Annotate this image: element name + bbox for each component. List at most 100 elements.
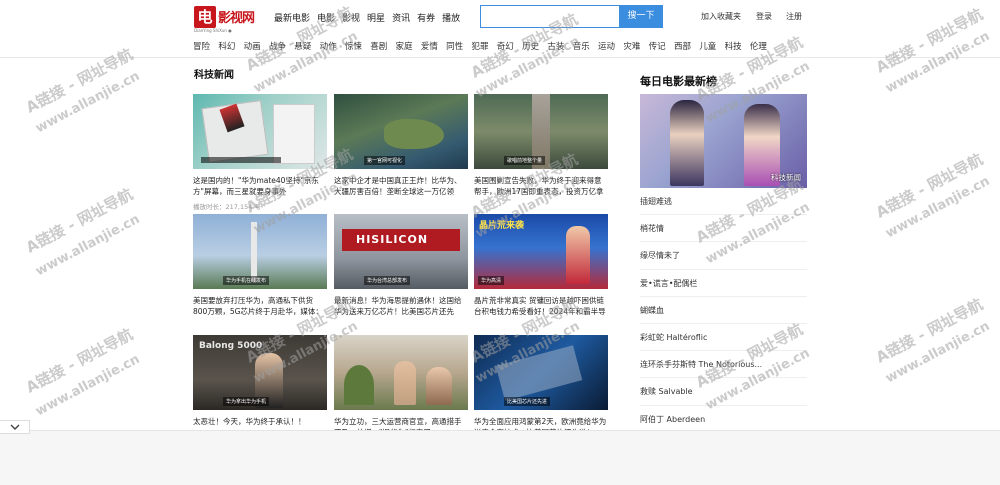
news-card[interactable]: 这是国内的！"华为mate40坚持"京东方"屏幕，而三星就要身事外 播放时长：2… bbox=[193, 94, 327, 211]
card-caption[interactable]: 最新消息！华为海思提前遇休！这国给华为送来万亿芯片！比美国芯片还先进！美国万万没… bbox=[334, 295, 468, 317]
ranking-item[interactable]: 缘尽情未了 bbox=[640, 242, 807, 270]
watermark-url: www.allanjie.cn bbox=[883, 173, 993, 242]
category-link[interactable]: 惊悚 bbox=[345, 40, 362, 52]
ranking-item[interactable]: 蝴蝶血 bbox=[640, 297, 807, 324]
bottom-panel bbox=[0, 430, 1000, 485]
thumbnail-label: 歌唱前地整个量 bbox=[504, 156, 546, 165]
card-caption[interactable]: 这家中企才是中国真正王炸！比华为、大疆厉害百倍！垄断全球这一万亿领域！美国拿它毫… bbox=[334, 175, 468, 197]
category-link[interactable]: 犯罪 bbox=[471, 40, 488, 52]
thumbnail-brand-text: HISILICON bbox=[356, 233, 429, 246]
watermark-text: A链接 - 网址导航 bbox=[22, 185, 136, 257]
news-card[interactable]: 华为手机在线发布 美国要放弃打压华为，高通私下供货800万颗，5G芯片终于月赴华… bbox=[193, 214, 327, 317]
logo-name: 影视网 bbox=[218, 11, 255, 26]
nav-link-tv[interactable]: 影视 bbox=[342, 11, 360, 24]
video-thumbnail[interactable] bbox=[334, 335, 468, 410]
news-card[interactable]: HISILICON 华为台湾总部发布 最新消息！华为海思提前遇休！这国给华为送来… bbox=[334, 214, 468, 317]
logo-subtitle: DianYing ShiXun ● bbox=[194, 28, 232, 33]
category-link[interactable]: 动画 bbox=[244, 40, 261, 52]
register-link[interactable]: 注册 bbox=[786, 11, 802, 22]
video-thumbnail[interactable]: 华为手机在线发布 bbox=[193, 214, 327, 289]
top-navigation: 最新电影 电影 影视 明星 资讯 有券 播放 bbox=[274, 11, 467, 24]
nav-link-latest[interactable]: 最新电影 bbox=[274, 11, 310, 24]
news-card[interactable]: 第一官网可视化 这家中企才是中国真正王炸！比华为、大疆厉害百倍！垄断全球这一万亿… bbox=[334, 94, 468, 197]
nav-link-movies[interactable]: 电影 bbox=[317, 11, 335, 24]
card-caption[interactable]: 美国要放弃打压华为，高通私下供货800万颗，5G芯片终于月赴华，媒体：白宫有麻手… bbox=[193, 295, 327, 317]
card-caption[interactable]: 美国围剿宣告失败，华为终于迎来得意帮手，欧洲17国即重表态，投资万亿拿下中国市场… bbox=[474, 175, 608, 197]
ranking-item[interactable]: 爱•谎言•配偶栏 bbox=[640, 270, 807, 297]
video-thumbnail[interactable]: 歌唱前地整个量 bbox=[474, 94, 608, 169]
category-link[interactable]: 古装 bbox=[547, 40, 564, 52]
watermark-text: A链接 - 网址导航 bbox=[872, 150, 986, 222]
search-button[interactable]: 搜一下 bbox=[619, 5, 663, 28]
ranking-item[interactable]: 救赎 Salvable bbox=[640, 378, 807, 406]
video-thumbnail[interactable] bbox=[193, 94, 327, 169]
card-caption[interactable]: 晶片荒非常真实 贸镛回访是越吓困供链 台积电钱力希受看好！2024年和霸半导体？… bbox=[474, 295, 608, 317]
category-link[interactable]: 科技 bbox=[725, 40, 742, 52]
news-card[interactable]: 比美国芯片还先进 华为全面应用鸿蒙第2天，欧洲竟给华为送来全套技术，比美国芯片还… bbox=[474, 335, 608, 438]
thumbnail-label: 华为台湾总部发布 bbox=[364, 276, 411, 285]
news-card[interactable]: Balong 5000 华为拿出华为手机 太恶壮！今天，华为终于承认！！ bbox=[193, 335, 327, 438]
category-link[interactable]: 传记 bbox=[649, 40, 666, 52]
thumbnail-label: 第一官网可视化 bbox=[364, 156, 406, 165]
thumbnail-label: 华为拿出华为手机 bbox=[223, 397, 270, 406]
category-link[interactable]: 科幻 bbox=[218, 40, 235, 52]
thumbnail-brand-text: Balong 5000 bbox=[199, 341, 263, 351]
news-card[interactable]: 华为立功，三大运营商官宣，高通措手不及，外媒："旧华为"归来了 bbox=[334, 335, 468, 438]
category-link[interactable]: 动作 bbox=[320, 40, 337, 52]
news-card[interactable]: 歌唱前地整个量 美国围剿宣告失败，华为终于迎来得意帮手，欧洲17国即重表态，投资… bbox=[474, 94, 608, 197]
nav-link-stars[interactable]: 明星 bbox=[367, 11, 385, 24]
add-favorite-link[interactable]: 加入收藏夹 bbox=[701, 11, 741, 22]
search-input[interactable] bbox=[480, 5, 620, 28]
site-logo[interactable]: 电 影视网 DianYing ShiXun ● bbox=[194, 6, 264, 33]
category-link[interactable]: 儿童 bbox=[699, 40, 716, 52]
nav-link-news[interactable]: 资讯 bbox=[392, 11, 410, 24]
watermark-url: www.allanjie.cn bbox=[33, 211, 143, 280]
category-link[interactable]: 战争 bbox=[269, 40, 286, 52]
thumbnail-label: 华为高清 bbox=[478, 276, 505, 285]
collapse-toggle[interactable] bbox=[0, 420, 30, 434]
sidebar-title: 每日电影最新榜 bbox=[640, 75, 717, 88]
login-link[interactable]: 登录 bbox=[756, 11, 772, 22]
thumbnail-subtitle bbox=[201, 157, 281, 163]
category-link[interactable]: 爱情 bbox=[421, 40, 438, 52]
site-header: 电 影视网 DianYing ShiXun ● 最新电影 电影 影视 明星 资讯… bbox=[0, 0, 1000, 58]
category-link[interactable]: 家庭 bbox=[396, 40, 413, 52]
video-thumbnail[interactable]: 比美国芯片还先进 bbox=[474, 335, 608, 410]
category-link[interactable]: 喜剧 bbox=[370, 40, 387, 52]
card-caption[interactable]: 这是国内的！"华为mate40坚持"京东方"屏幕，而三星就要身事外 bbox=[193, 175, 327, 197]
video-thumbnail[interactable]: Balong 5000 华为拿出华为手机 bbox=[193, 335, 327, 410]
category-link[interactable]: 运动 bbox=[598, 40, 615, 52]
watermark-text: A链接 - 网址导航 bbox=[872, 295, 986, 367]
category-link[interactable]: 历史 bbox=[522, 40, 539, 52]
ranking-item[interactable]: 梢花情 bbox=[640, 215, 807, 243]
category-link[interactable]: 伦理 bbox=[750, 40, 767, 52]
category-navigation: 冒险 科幻 动画 战争 悬疑 动作 惊悚 喜剧 家庭 爱情 同性 犯罪 奇幻 历史 古装 音乐 运动 灾难 传记 西部… bbox=[193, 40, 813, 52]
ranking-item[interactable]: 连环杀手芬斯特 The Notorious... bbox=[640, 351, 807, 379]
ranking-list: 插翅难逃 梢花情 缘尽情未了 爱•谎言•配偶栏 蝴蝶血 彩虹蛇 Haltéroflic 连环… bbox=[640, 188, 807, 433]
chevron-down-icon bbox=[10, 424, 19, 430]
watermark-url: www.allanjie.cn bbox=[883, 318, 993, 387]
video-thumbnail[interactable]: HISILICON 华为台湾总部发布 bbox=[334, 214, 468, 289]
category-link[interactable]: 灾难 bbox=[623, 40, 640, 52]
video-thumbnail[interactable]: 晶片荒来袭 华为高清 bbox=[474, 214, 608, 289]
ranking-item[interactable]: 彩虹蛇 Haltéroflic bbox=[640, 324, 807, 352]
category-link[interactable]: 西部 bbox=[674, 40, 691, 52]
category-link[interactable]: 音乐 bbox=[573, 40, 590, 52]
watermark-url: www.allanjie.cn bbox=[33, 351, 143, 420]
nav-link-coupons[interactable]: 有券 bbox=[417, 11, 435, 24]
category-link[interactable]: 悬疑 bbox=[294, 40, 311, 52]
poster-label: 科技新闻 bbox=[771, 173, 801, 182]
card-meta: 播放时长：217,154 号 bbox=[193, 203, 261, 211]
category-link[interactable]: 冒险 bbox=[193, 40, 210, 52]
video-thumbnail[interactable]: 第一官网可视化 bbox=[334, 94, 468, 169]
category-link[interactable]: 同性 bbox=[446, 40, 463, 52]
watermark-text: A链接 - 网址导航 bbox=[22, 325, 136, 397]
logo-mark: 电 bbox=[194, 6, 216, 28]
nav-link-play[interactable]: 播放 bbox=[442, 11, 460, 24]
ranking-item[interactable]: 插翅难逃 bbox=[640, 188, 807, 216]
thumbnail-label: 华为手机在线发布 bbox=[223, 276, 270, 285]
news-card[interactable]: 晶片荒来袭 华为高清 晶片荒非常真实 贸镛回访是越吓困供链 台积电钱力希受看好！… bbox=[474, 214, 608, 317]
sidebar-poster[interactable]: 科技新闻 bbox=[640, 94, 807, 188]
ranking-item[interactable]: 阿伯丁 Aberdeen bbox=[640, 406, 807, 433]
category-link[interactable]: 奇幻 bbox=[497, 40, 514, 52]
